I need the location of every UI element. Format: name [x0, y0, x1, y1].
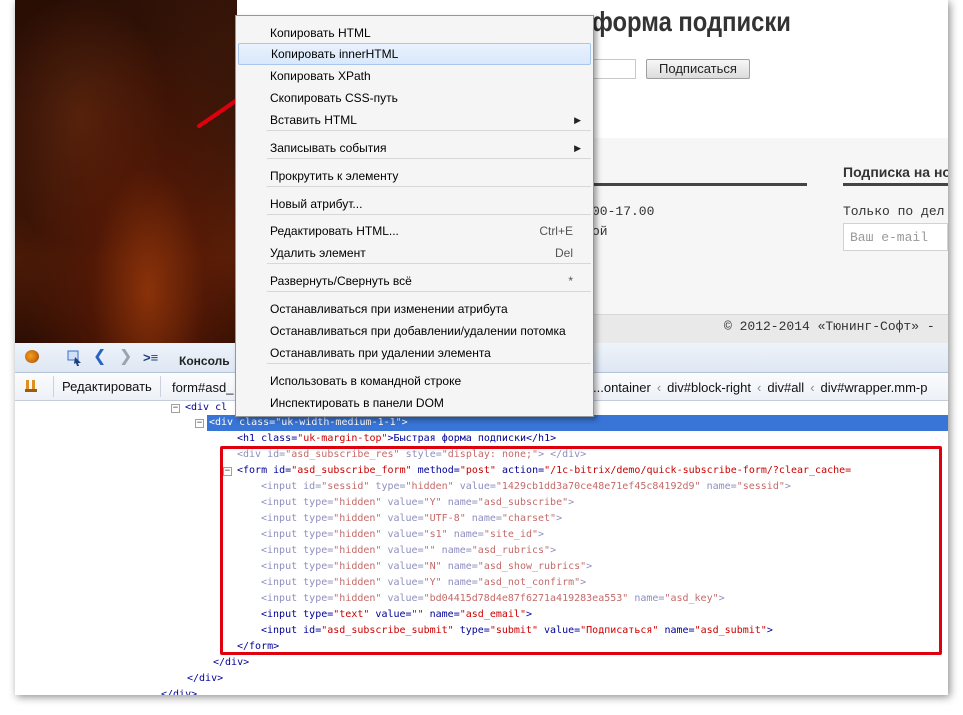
- menu-separator: [267, 363, 591, 364]
- attr-name: class=: [261, 433, 298, 444]
- firebug-icon[interactable]: [25, 350, 39, 363]
- menu-separator: [267, 130, 591, 131]
- breadcrumb-block-right[interactable]: div#block-right: [667, 380, 751, 395]
- tree-node-div-close[interactable]: </div>: [213, 655, 249, 671]
- tree-toggle[interactable]: −: [195, 419, 204, 428]
- menu-separator: [267, 186, 591, 187]
- context-menu-item[interactable]: Копировать innerHTML: [238, 43, 591, 65]
- menu-item-label: Останавливать при удалении элемента: [270, 346, 491, 360]
- breadcrumb: ...ontainer ‹ div#block-right ‹ div#all ‹ div#…: [593, 380, 927, 395]
- email-input[interactable]: [587, 59, 636, 79]
- tag-content: >Быстрая форма подписки</h1>: [387, 433, 557, 444]
- menu-item-label: Прокрутить к элементу: [270, 169, 399, 183]
- menu-item-label: Редактировать HTML...: [270, 224, 399, 238]
- breadcrumb-all[interactable]: div#all: [767, 380, 804, 395]
- context-menu-item[interactable]: Копировать XPath: [238, 65, 591, 87]
- context-menu-item[interactable]: Вставить HTML ▶: [238, 109, 591, 131]
- context-menu-item[interactable]: Скопировать CSS-путь: [238, 87, 591, 109]
- back-arrow-icon[interactable]: ❮: [93, 349, 106, 365]
- menu-item-shortcut: Ctrl+E: [539, 224, 573, 238]
- breadcrumb-wrapper[interactable]: div#wrapper.mm-p: [821, 380, 928, 395]
- tree-node-div-close[interactable]: </div>: [161, 687, 197, 695]
- tag-close: </div>: [161, 689, 198, 695]
- breadcrumb-container[interactable]: ...ontainer: [593, 380, 651, 395]
- tag-text: <div cl: [185, 402, 228, 413]
- context-menu-item[interactable]: Копировать HTML: [238, 22, 591, 44]
- inspect-element-icon[interactable]: [67, 350, 83, 369]
- forward-arrow-icon[interactable]: ❯: [119, 349, 132, 365]
- menu-item-label: Удалить элемент: [270, 246, 366, 260]
- tree-toggle[interactable]: −: [171, 404, 180, 413]
- context-menu-item[interactable]: Останавливаться при добавлении/удалении …: [238, 320, 591, 342]
- context-menu-item[interactable]: Новый атрибут...: [238, 193, 591, 215]
- menu-item-label: Скопировать CSS-путь: [270, 91, 398, 105]
- menu-item-label: Копировать innerHTML: [271, 47, 399, 61]
- attr-value: "uk-margin-top": [297, 433, 388, 444]
- context-menu-item[interactable]: Останавливать при удалении элемента: [238, 342, 591, 364]
- breadcrumb-separator: ‹: [656, 380, 662, 395]
- tag-close: </div>: [213, 657, 250, 668]
- menu-item-label: Останавливаться при добавлении/удалении …: [270, 324, 566, 338]
- edit-button[interactable]: Редактировать: [53, 376, 161, 397]
- menu-item-label: Инспектировать в панели DOM: [270, 396, 444, 410]
- tree-node-div[interactable]: <div cl: [185, 401, 227, 416]
- submenu-arrow-icon: ▶: [574, 115, 581, 125]
- menu-separator: [267, 158, 591, 159]
- tag-text: <div class="uk-width-medium-1-1">: [209, 417, 408, 428]
- tree-node-selected[interactable]: <div class="uk-width-medium-1-1">: [207, 415, 948, 431]
- menu-separator: [267, 214, 591, 215]
- menu-separator: [267, 263, 591, 264]
- right-column-heading: Подписка на но: [843, 164, 948, 180]
- text-fragment: ой: [592, 224, 608, 239]
- working-hours-text: 00-17.00: [592, 204, 655, 219]
- menu-item-shortcut: *: [568, 274, 573, 288]
- menu-item-label: Новый атрибут...: [270, 197, 363, 211]
- menu-item-label: Развернуть/Свернуть всё: [270, 274, 412, 288]
- column-underline: [592, 183, 807, 186]
- context-menu-item[interactable]: Удалить элемент Del: [238, 242, 591, 264]
- breadcrumb-form[interactable]: form#asd_: [172, 380, 233, 395]
- menu-item-label: Вставить HTML: [270, 113, 357, 127]
- context-menu-item[interactable]: Инспектировать в панели DOM: [238, 392, 591, 414]
- command-line-icon[interactable]: >≡: [143, 350, 158, 366]
- tag-open: <h1: [237, 433, 256, 444]
- menu-item-label: Записывать события: [270, 141, 387, 155]
- menu-item-label: Копировать HTML: [270, 26, 371, 40]
- tab-console[interactable]: Консоль: [179, 354, 230, 368]
- tag-close: </div>: [187, 673, 224, 684]
- right-column-text: Только по дел: [843, 204, 945, 219]
- context-menu-item[interactable]: Редактировать HTML... Ctrl+E: [238, 220, 591, 242]
- menu-item-shortcut: Del: [554, 246, 573, 260]
- pin-icon[interactable]: [24, 379, 38, 393]
- context-menu-item[interactable]: Останавливаться при изменении атрибута: [238, 298, 591, 320]
- context-menu-item[interactable]: Развернуть/Свернуть всё *: [238, 270, 591, 292]
- breadcrumb-separator: ‹: [810, 380, 815, 395]
- annotation-highlight-box: [220, 446, 942, 655]
- context-menu-item[interactable]: Прокрутить к элементу: [238, 165, 591, 187]
- page-title: форма подписки: [592, 6, 791, 37]
- right-column-underline: [843, 183, 948, 186]
- menu-separator: [267, 291, 591, 292]
- tree-node-h1[interactable]: <h1 class="uk-margin-top">Быстрая форма …: [237, 431, 556, 447]
- breadcrumb-separator: ‹: [757, 380, 762, 395]
- menu-item-label: Останавливаться при изменении атрибута: [270, 302, 508, 316]
- menu-item-label: Использовать в командной строке: [270, 374, 462, 388]
- menu-item-label: Копировать XPath: [270, 69, 371, 83]
- subscribe-button[interactable]: Подписаться: [646, 59, 750, 79]
- context-menu-item[interactable]: Записывать события ▶: [238, 137, 591, 159]
- submenu-arrow-icon: ▶: [574, 143, 581, 153]
- context-menu-item[interactable]: Использовать в командной строке: [238, 370, 591, 392]
- tree-node-div-close[interactable]: </div>: [187, 671, 223, 687]
- footer-email-input[interactable]: Ваш e-mail: [843, 223, 948, 251]
- context-menu: Копировать HTML Копировать innerHTML Копир…: [235, 15, 594, 417]
- copyright-text: © 2012-2014 «Тюнинг-Софт» -: [724, 319, 935, 334]
